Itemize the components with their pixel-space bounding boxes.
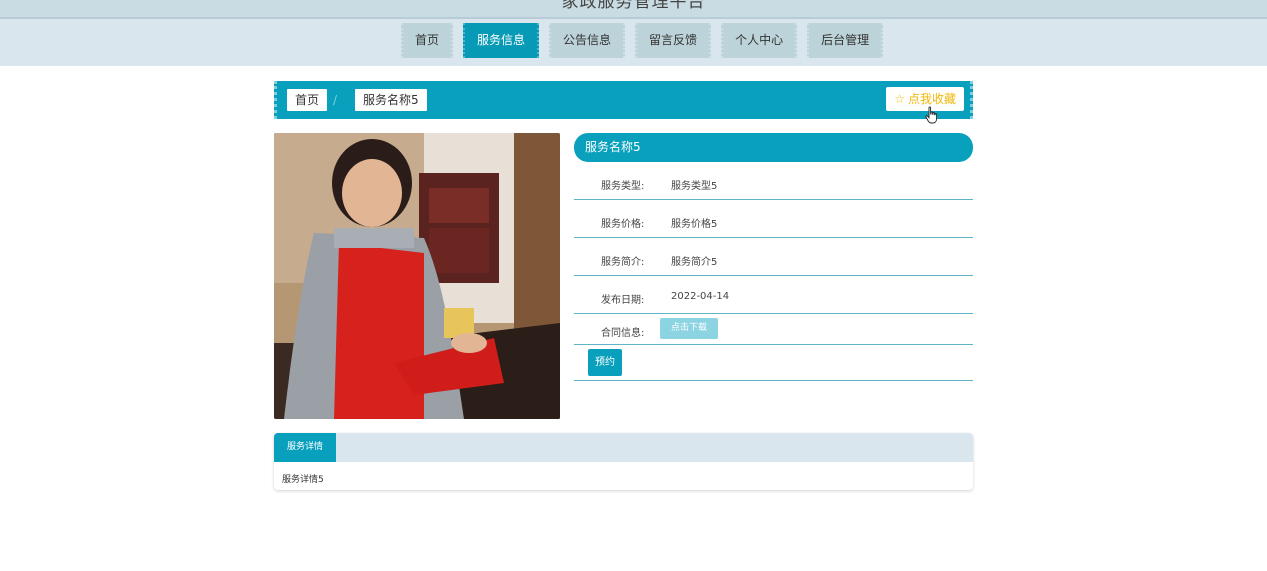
service-type-value: 服务类型5	[671, 181, 718, 192]
favorite-button-label: 点我收藏	[907, 92, 956, 106]
service-price-label: 服务价格:	[601, 219, 645, 230]
breadcrumb-home[interactable]: 首页	[287, 89, 328, 111]
main-nav: 首页 服务信息 公告信息 留言反馈 个人中心 后台管理	[401, 23, 893, 58]
breadcrumb-current: 服务名称5	[355, 89, 427, 111]
tab-service-detail[interactable]: 服务详情	[274, 433, 337, 462]
service-summary-value: 服务简介5	[671, 257, 718, 268]
star-outline-icon: ☆	[894, 92, 905, 106]
nav-item-service-info[interactable]: 服务信息	[463, 23, 540, 58]
nav-item-feedback[interactable]: 留言反馈	[635, 23, 712, 58]
service-summary-row: 服务简介: 服务简介5	[574, 238, 973, 276]
nav-item-personal-center[interactable]: 个人中心	[721, 23, 798, 58]
divider	[574, 380, 973, 381]
breadcrumb-separator: /	[333, 93, 338, 107]
contract-label: 合同信息:	[601, 328, 645, 339]
detail-tab-bar: 服务详情	[274, 433, 973, 462]
nav-item-admin[interactable]: 后台管理	[807, 23, 884, 58]
detail-content: 服务详情5	[282, 475, 324, 485]
nav-item-home[interactable]: 首页	[401, 23, 454, 58]
service-title: 服务名称5	[574, 133, 973, 162]
service-type-label: 服务类型:	[601, 181, 645, 192]
publish-date-value: 2022-04-14	[671, 291, 730, 302]
breadcrumb: 首页 / 服务名称5 ☆ 点我收藏	[274, 81, 973, 119]
download-button[interactable]: 点击下载	[660, 318, 719, 339]
contract-row: 合同信息: 点击下载	[574, 314, 973, 345]
publish-date-label: 发布日期:	[601, 295, 645, 306]
service-price-row: 服务价格: 服务价格5	[574, 200, 973, 238]
service-type-row: 服务类型: 服务类型5	[574, 162, 973, 200]
publish-date-row: 发布日期: 2022-04-14	[574, 276, 973, 314]
service-summary-label: 服务简介:	[601, 257, 645, 268]
site-title: 家政服务管理平台	[561, 0, 706, 12]
hand-cursor-icon	[925, 106, 938, 124]
detail-panel: 服务详情 服务详情5	[274, 433, 973, 490]
nav-item-announcements[interactable]: 公告信息	[549, 23, 626, 58]
top-header-band: 家政服务管理平台	[0, 0, 1267, 19]
book-button[interactable]: 预约	[588, 349, 622, 376]
main-nav-band: 首页 服务信息 公告信息 留言反馈 个人中心 后台管理	[0, 19, 1267, 66]
service-price-value: 服务价格5	[671, 219, 718, 230]
service-photo	[274, 133, 560, 419]
